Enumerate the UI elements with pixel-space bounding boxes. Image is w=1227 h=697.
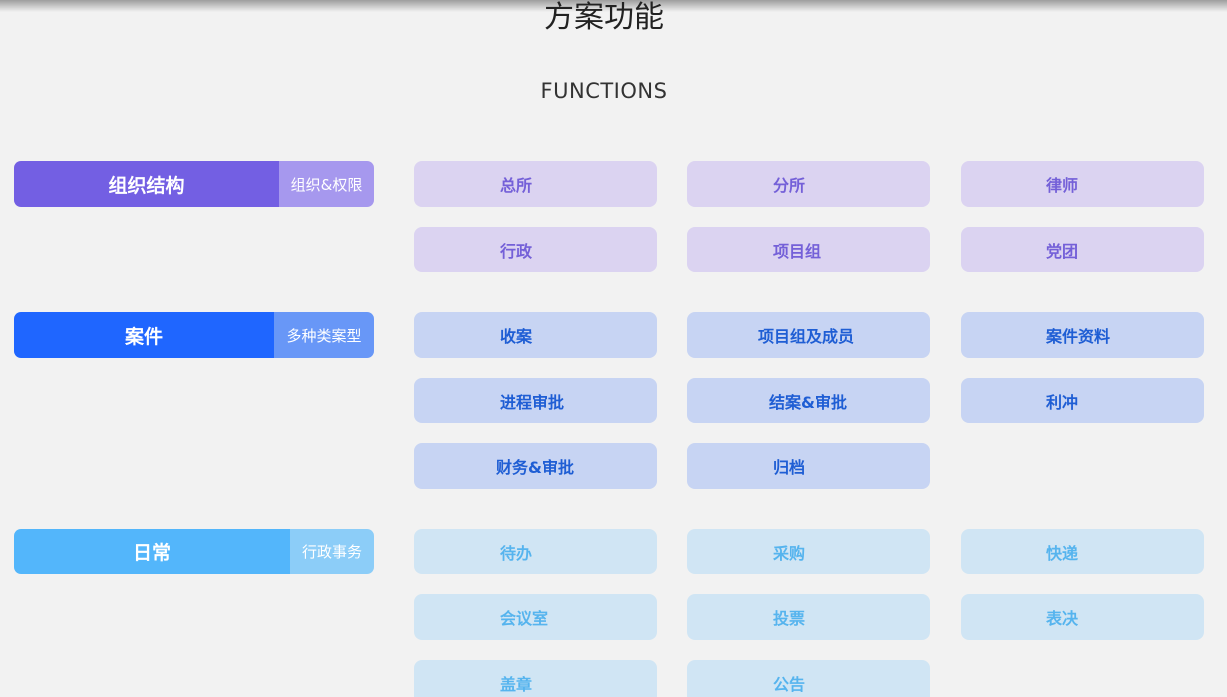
button-label: 投票 <box>773 609 806 628</box>
button-label: 归档 <box>773 458 806 477</box>
button-label: 结案&审批 <box>769 392 847 412</box>
function-button-admin[interactable]: 行政 <box>414 227 657 272</box>
function-button-vote[interactable]: 投票 <box>687 594 930 640</box>
function-button-express[interactable]: 快递 <box>961 529 1204 574</box>
category-daily: 日常 行政事务 <box>14 529 374 574</box>
button-label: 采购 <box>773 543 806 563</box>
button-label: 行政 <box>500 241 533 261</box>
page-title: 方案功能 <box>544 0 664 35</box>
function-button-project-group[interactable]: 项目组 <box>687 227 930 272</box>
function-button-project-members[interactable]: 项目组及成员 <box>687 312 930 358</box>
button-label: 公告 <box>773 674 806 694</box>
category-label: 日常 <box>14 529 290 574</box>
button-label: 分所 <box>773 176 806 195</box>
button-label: 项目组 <box>773 241 822 261</box>
category-sublabel: 组织&权限 <box>279 161 374 207</box>
category-org-structure: 组织结构 组织&权限 <box>14 161 374 207</box>
button-label: 案件资料 <box>1046 327 1111 346</box>
function-button-case-intake[interactable]: 收案 <box>414 312 657 358</box>
button-label: 党团 <box>1046 241 1079 261</box>
function-button-party[interactable]: 党团 <box>961 227 1204 272</box>
button-label: 项目组及成员 <box>758 327 855 346</box>
function-button-branch-office[interactable]: 分所 <box>687 161 930 207</box>
function-button-todo[interactable]: 待办 <box>414 529 657 574</box>
function-button-archive[interactable]: 归档 <box>687 443 930 489</box>
function-button-finance-approval[interactable]: 财务&审批 <box>414 443 657 489</box>
function-button-conflict-check[interactable]: 利冲 <box>961 378 1204 423</box>
button-label: 财务&审批 <box>496 458 574 477</box>
button-label: 总所 <box>500 176 533 195</box>
button-label: 表决 <box>1046 609 1079 628</box>
category-label: 组织结构 <box>14 161 279 207</box>
function-button-meeting-room[interactable]: 会议室 <box>414 594 657 640</box>
function-button-seal[interactable]: 盖章 <box>414 660 657 697</box>
button-label: 律师 <box>1046 176 1079 195</box>
button-label: 会议室 <box>500 609 549 628</box>
category-label: 案件 <box>14 312 274 358</box>
button-label: 待办 <box>500 543 533 563</box>
function-button-head-office[interactable]: 总所 <box>414 161 657 207</box>
category-sublabel: 多种类案型 <box>274 312 374 358</box>
button-label: 快递 <box>1046 543 1079 563</box>
category-cases: 案件 多种类案型 <box>14 312 374 358</box>
button-label: 盖章 <box>500 674 533 694</box>
function-button-case-materials[interactable]: 案件资料 <box>961 312 1204 358</box>
function-button-close-approval[interactable]: 结案&审批 <box>687 378 930 423</box>
function-button-progress-approval[interactable]: 进程审批 <box>414 378 657 423</box>
function-button-purchase[interactable]: 采购 <box>687 529 930 574</box>
function-button-resolution[interactable]: 表决 <box>961 594 1204 640</box>
function-button-announcement[interactable]: 公告 <box>687 660 930 697</box>
page-subtitle: FUNCTIONS <box>540 79 668 103</box>
function-button-lawyer[interactable]: 律师 <box>961 161 1204 207</box>
button-label: 进程审批 <box>500 392 565 412</box>
button-label: 利冲 <box>1046 392 1079 412</box>
button-label: 收案 <box>500 327 533 346</box>
category-sublabel: 行政事务 <box>290 529 374 574</box>
